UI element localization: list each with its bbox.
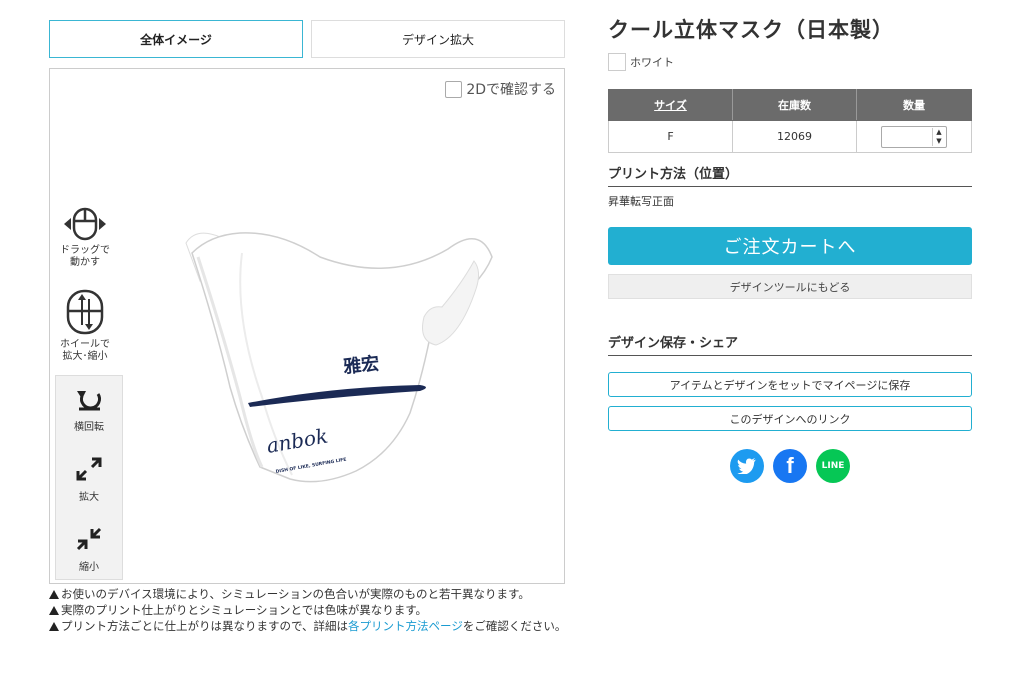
note-1: お使いのデバイス環境により、シミュレーションの色合いが実際のものと若干異なります… xyxy=(49,587,569,601)
check-2d-label: 2Dで確認する xyxy=(466,82,556,98)
facebook-share-button[interactable]: f xyxy=(773,449,807,483)
rotate-icon xyxy=(77,391,101,411)
drag-hint-line1: ドラッグで xyxy=(60,245,110,256)
wheel-hint: ホイールで 拡大･縮小 xyxy=(55,289,115,363)
note-3: プリント方法ごとに仕上がりは異なりますので、詳細は各プリント方法ページをご確認く… xyxy=(49,619,569,633)
zoom-out-icon xyxy=(76,527,102,551)
qty-header: 数量 xyxy=(856,89,972,121)
warning-icon xyxy=(49,606,59,615)
size-header[interactable]: サイズ xyxy=(608,89,733,121)
quantity-stepper[interactable]: ▲ ▼ xyxy=(881,125,947,148)
line-icon: LINE xyxy=(821,461,845,471)
print-method-title: プリント方法（位置） xyxy=(608,163,972,187)
stock-header: 在庫数 xyxy=(732,89,857,121)
color-option[interactable]: ホワイト xyxy=(608,53,674,71)
line-share-button[interactable]: LINE xyxy=(816,449,850,483)
check-2d[interactable]: 2Dで確認する xyxy=(445,79,556,99)
zoom-out-label: 縮小 xyxy=(79,562,99,573)
rotate-button[interactable]: 横回転 xyxy=(56,388,122,433)
warning-icon xyxy=(49,622,59,631)
view-control-panel: 横回転 拡大 縮小 xyxy=(55,375,123,580)
tab-design-zoom[interactable]: デザイン拡大 xyxy=(311,20,565,58)
mouse-drag-icon xyxy=(64,207,106,241)
note-3-text-post: をご確認ください。 xyxy=(462,619,567,633)
add-to-cart-button[interactable]: ご注文カートへ xyxy=(608,227,972,265)
check-2d-box[interactable] xyxy=(445,80,463,98)
color-swatch[interactable] xyxy=(608,53,626,71)
mask-kanji-text: 雅宏 xyxy=(341,352,380,378)
drag-hint-line2: 動かす xyxy=(70,257,100,268)
wheel-hint-line2: 拡大･縮小 xyxy=(62,351,108,362)
design-link-button[interactable]: このデザインへのリンク xyxy=(608,406,972,431)
zoom-in-icon xyxy=(76,457,102,481)
print-methods-link[interactable]: 各プリント方法ページ xyxy=(348,619,463,633)
zoom-out-button[interactable]: 縮小 xyxy=(56,526,122,573)
notes: お使いのデバイス環境により、シミュレーションの色合いが実際のものと若干異なります… xyxy=(49,587,569,637)
wheel-hint-line1: ホイールで xyxy=(60,339,110,350)
size-cell: F xyxy=(608,120,733,153)
product-title: クール立体マスク（日本製） xyxy=(608,18,894,42)
stock-cell: 12069 xyxy=(732,120,857,153)
color-name: ホワイト xyxy=(630,56,674,69)
warning-icon xyxy=(49,590,59,599)
twitter-share-button[interactable] xyxy=(730,449,764,483)
back-to-design-tool-button[interactable]: デザインツールにもどる xyxy=(608,274,972,299)
mask-preview-image: 雅宏 anbok DISH OF LIKE, SURFING LIFE xyxy=(185,232,493,483)
stock-table: サイズ 在庫数 数量 F 12069 ▲ ▼ xyxy=(608,89,972,153)
drag-hint: ドラッグで 動かす xyxy=(55,207,115,269)
twitter-icon xyxy=(737,458,756,474)
save-to-mypage-button[interactable]: アイテムとデザインをセットでマイページに保存 xyxy=(608,372,972,397)
note-2: 実際のプリント仕上がりとシミュレーションとでは色味が異なります。 xyxy=(49,603,569,617)
rotate-label: 横回転 xyxy=(74,422,104,433)
note-1-text: お使いのデバイス環境により、シミュレーションの色合いが実際のものと若干異なります… xyxy=(61,587,530,601)
mouse-wheel-icon xyxy=(66,289,104,335)
spinner-arrows-icon[interactable]: ▲ ▼ xyxy=(932,127,945,146)
note-3-text-pre: プリント方法ごとに仕上がりは異なりますので、詳細は xyxy=(61,619,349,633)
zoom-in-label: 拡大 xyxy=(79,492,99,503)
note-2-text: 実際のプリント仕上がりとシミュレーションとでは色味が異なります。 xyxy=(61,603,428,617)
preview-viewer[interactable]: 2Dで確認する ドラッグで 動かす ホイールで 拡大･縮小 横回転 拡大 縮小 … xyxy=(49,68,565,584)
qty-cell: ▲ ▼ xyxy=(856,120,972,153)
tab-overall-image[interactable]: 全体イメージ xyxy=(49,20,303,58)
save-share-title: デザイン保存・シェア xyxy=(608,332,972,356)
facebook-icon: f xyxy=(786,453,794,478)
table-row: F 12069 ▲ ▼ xyxy=(608,120,972,153)
zoom-in-button[interactable]: 拡大 xyxy=(56,456,122,503)
print-method-value: 昇華転写正面 xyxy=(608,195,674,208)
